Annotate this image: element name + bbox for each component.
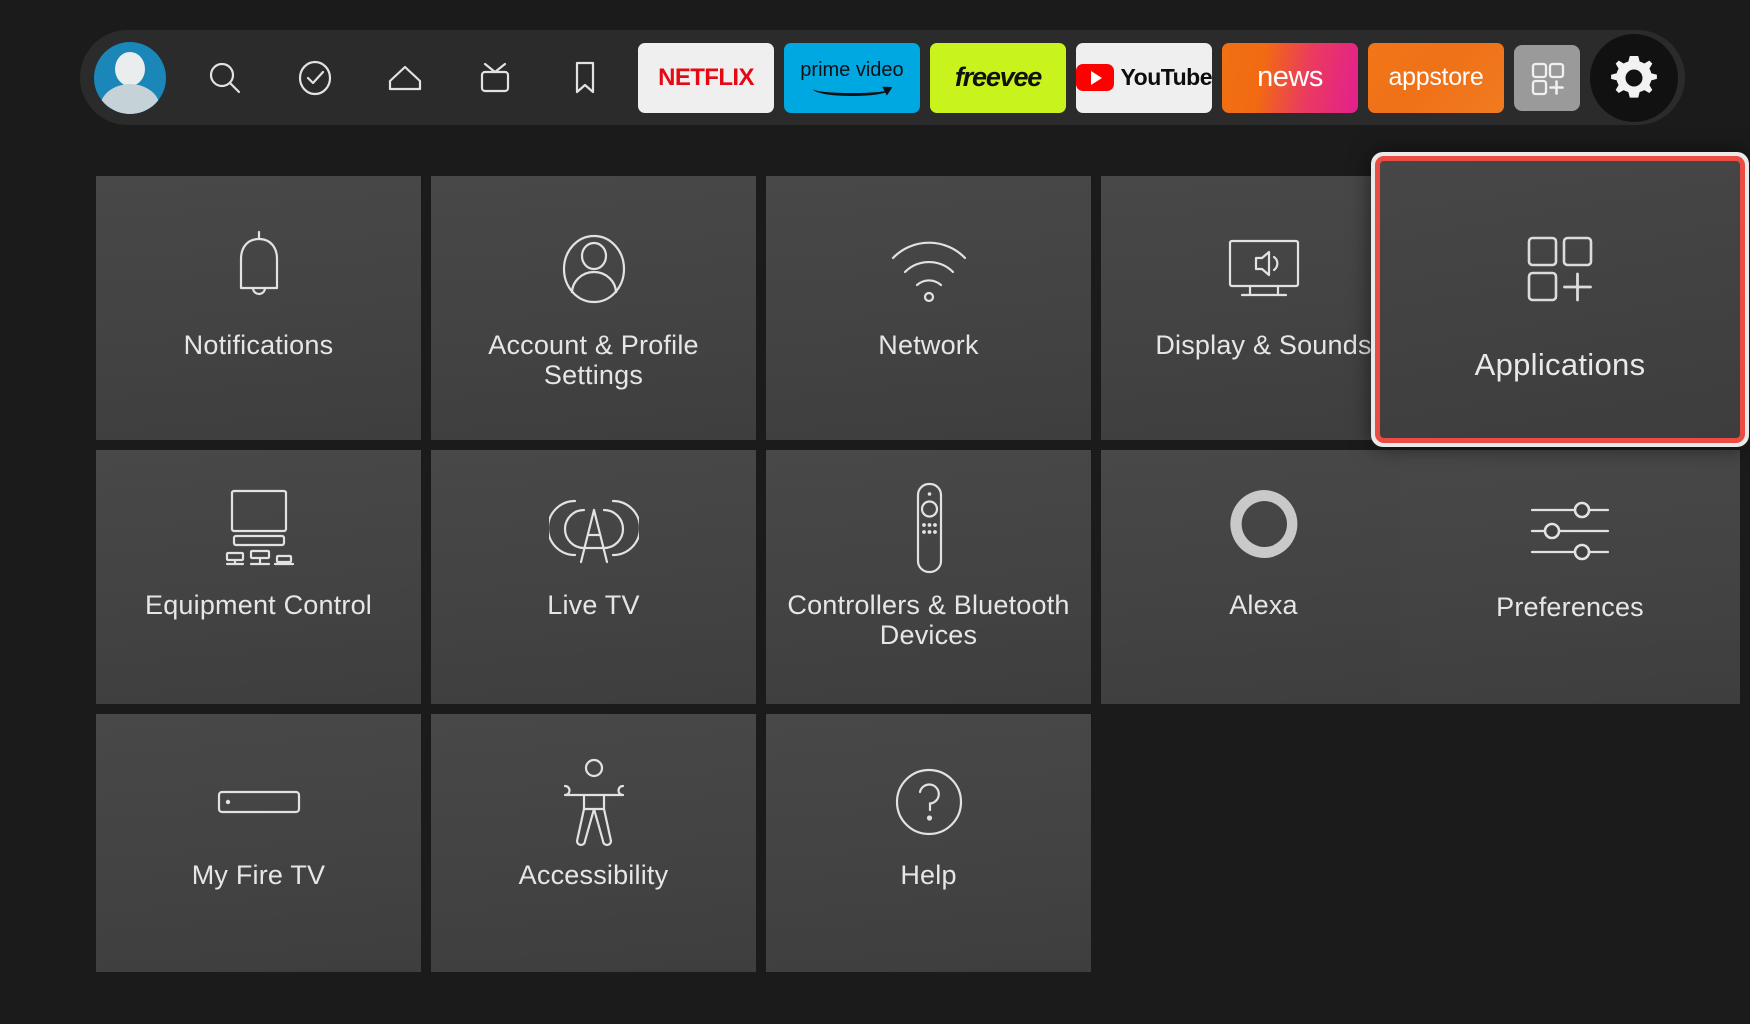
focus-tile-inner: Applications <box>1375 156 1745 443</box>
settings-row-3: My Fire TV Accessibility Help <box>96 714 1176 972</box>
app-tile-appstore[interactable]: appstore <box>1368 42 1504 113</box>
question-circle-icon <box>886 750 972 854</box>
wifi-icon <box>879 214 979 324</box>
settings-tile-label: Help <box>900 860 957 890</box>
bookmark-icon[interactable] <box>554 47 616 109</box>
settings-row-1: Notifications Account & Profile Settings <box>96 176 1426 440</box>
settings-tile-my-fire-tv[interactable]: My Fire TV <box>96 714 421 972</box>
settings-tile-label: Display & Sounds <box>1155 330 1372 360</box>
settings-tile-controllers-bluetooth[interactable]: Controllers & Bluetooth Devices <box>766 450 1091 704</box>
freevee-label: freevee <box>954 62 1042 92</box>
profile-avatar[interactable] <box>94 41 166 114</box>
app-tile-news[interactable]: news <box>1222 42 1358 113</box>
sliders-icon <box>1524 476 1616 586</box>
accessibility-person-icon <box>555 750 633 854</box>
home-icon[interactable] <box>374 47 436 109</box>
settings-tile-label: Alexa <box>1229 590 1298 620</box>
appstore-label: appstore <box>1388 63 1484 91</box>
fire-tv-stick-icon <box>211 750 307 854</box>
settings-tile-label: Notifications <box>183 330 334 360</box>
settings-tile-preferences[interactable]: Preferences <box>1400 450 1740 704</box>
top-navigation-bar: NETFLIX prime video freevee YouTube news… <box>80 30 1685 125</box>
settings-tile-label: Applications <box>1474 346 1646 382</box>
live-tv-icon[interactable] <box>464 47 526 109</box>
prime-video-label: prime video <box>800 58 904 81</box>
settings-tile-label: Live TV <box>547 590 640 620</box>
settings-row-2: Equipment Control Live TV Controllers & … <box>96 450 1426 704</box>
settings-tile-network[interactable]: Network <box>766 176 1091 440</box>
alexa-ring-icon <box>1220 474 1308 582</box>
settings-tile-label: Accessibility <box>518 860 669 890</box>
app-shortcut-tiles: NETFLIX prime video freevee YouTube news… <box>638 42 1504 113</box>
settings-tile-help[interactable]: Help <box>766 714 1091 972</box>
check-circle-icon[interactable] <box>284 47 346 109</box>
settings-grid: Notifications Account & Profile Settings <box>96 176 1426 982</box>
youtube-label: YouTube <box>1120 64 1212 90</box>
apps-grid-plus-icon[interactable] <box>1514 44 1580 111</box>
tv-equipment-icon <box>207 474 311 582</box>
avatar-body <box>100 83 160 114</box>
news-label: news <box>1257 61 1323 93</box>
settings-tile-label: Network <box>878 330 979 360</box>
settings-tile-label: Account & Profile Settings <box>488 330 699 391</box>
person-circle-icon <box>551 214 637 324</box>
app-tile-netflix[interactable]: NETFLIX <box>638 42 774 113</box>
app-tile-prime-video[interactable]: prime video <box>784 42 920 113</box>
bell-icon <box>220 214 298 324</box>
netflix-label: NETFLIX <box>658 63 754 91</box>
broadcast-tower-icon <box>548 474 639 582</box>
youtube-play-icon <box>1076 64 1114 91</box>
fire-tv-settings-screen: NETFLIX prime video freevee YouTube news… <box>0 0 1750 1024</box>
gear-icon[interactable] <box>1590 33 1678 122</box>
settings-tile-equipment-control[interactable]: Equipment Control <box>96 450 421 704</box>
apps-grid-plus-icon <box>1515 217 1605 321</box>
app-tile-youtube[interactable]: YouTube <box>1076 42 1212 113</box>
settings-tile-label: Preferences <box>1496 592 1644 622</box>
settings-tile-notifications[interactable]: Notifications <box>96 176 421 440</box>
settings-tile-live-tv[interactable]: Live TV <box>431 450 756 704</box>
avatar-head <box>115 52 145 87</box>
nav-icon-group <box>80 41 616 114</box>
settings-tile-label: Controllers & Bluetooth Devices <box>787 590 1070 651</box>
settings-tile-label: My Fire TV <box>191 860 326 890</box>
settings-tile-label: Equipment Control <box>144 590 373 620</box>
search-icon[interactable] <box>194 47 256 109</box>
remote-control-icon <box>901 474 957 582</box>
settings-tile-accessibility[interactable]: Accessibility <box>431 714 756 972</box>
tv-speaker-icon <box>1214 214 1314 324</box>
settings-tile-account-profile-settings[interactable]: Account & Profile Settings <box>431 176 756 440</box>
amazon-smile-icon <box>813 82 891 96</box>
settings-tile-applications-focused[interactable]: Applications <box>1371 152 1749 447</box>
settings-tile-alexa[interactable]: Alexa <box>1101 450 1426 704</box>
app-tile-freevee[interactable]: freevee <box>930 42 1066 113</box>
